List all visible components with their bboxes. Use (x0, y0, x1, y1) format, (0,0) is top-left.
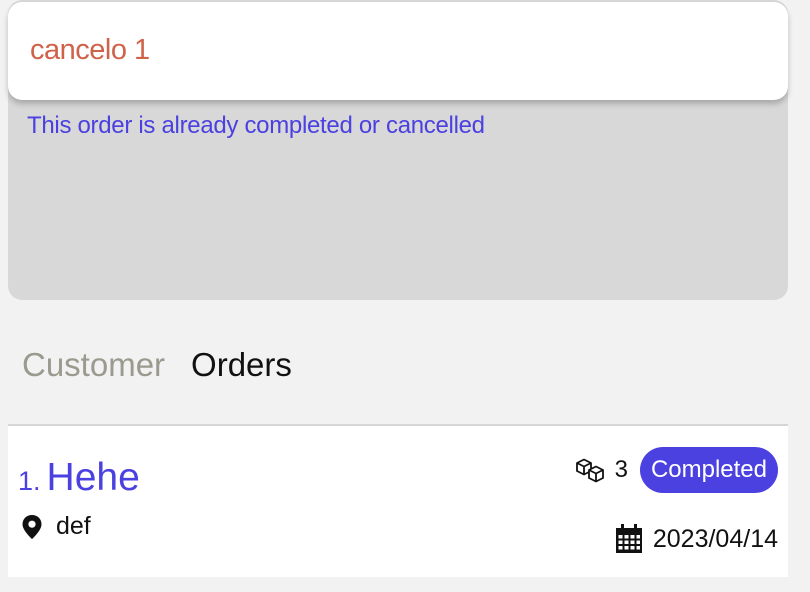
tab-bar: Customer Orders (22, 346, 292, 384)
order-index: 1. (18, 466, 41, 496)
alert-header: cancelo 1 (8, 2, 788, 100)
order-name: Hehe (46, 456, 140, 499)
alert-title: cancelo 1 (30, 34, 150, 66)
tab-customer[interactable]: Customer (22, 346, 165, 384)
order-date-text: 2023/04/14 (652, 524, 778, 553)
order-address-text: def (56, 512, 91, 540)
status-badge: Completed (639, 447, 778, 493)
order-date: 2023/04/14 (615, 524, 778, 554)
order-list-item[interactable]: 1. Hehe def 3 Completed 2023/04/14 (8, 424, 788, 577)
order-title: 1. Hehe (18, 456, 140, 500)
calendar-icon (615, 524, 642, 553)
order-quantity: 3 (575, 456, 628, 484)
boxes-icon (575, 458, 604, 483)
order-address: def (20, 512, 91, 541)
map-pin-icon (22, 514, 42, 539)
alert-message: This order is already completed or cance… (27, 112, 485, 139)
order-quantity-value: 3 (614, 456, 628, 483)
tab-orders[interactable]: Orders (191, 346, 292, 384)
